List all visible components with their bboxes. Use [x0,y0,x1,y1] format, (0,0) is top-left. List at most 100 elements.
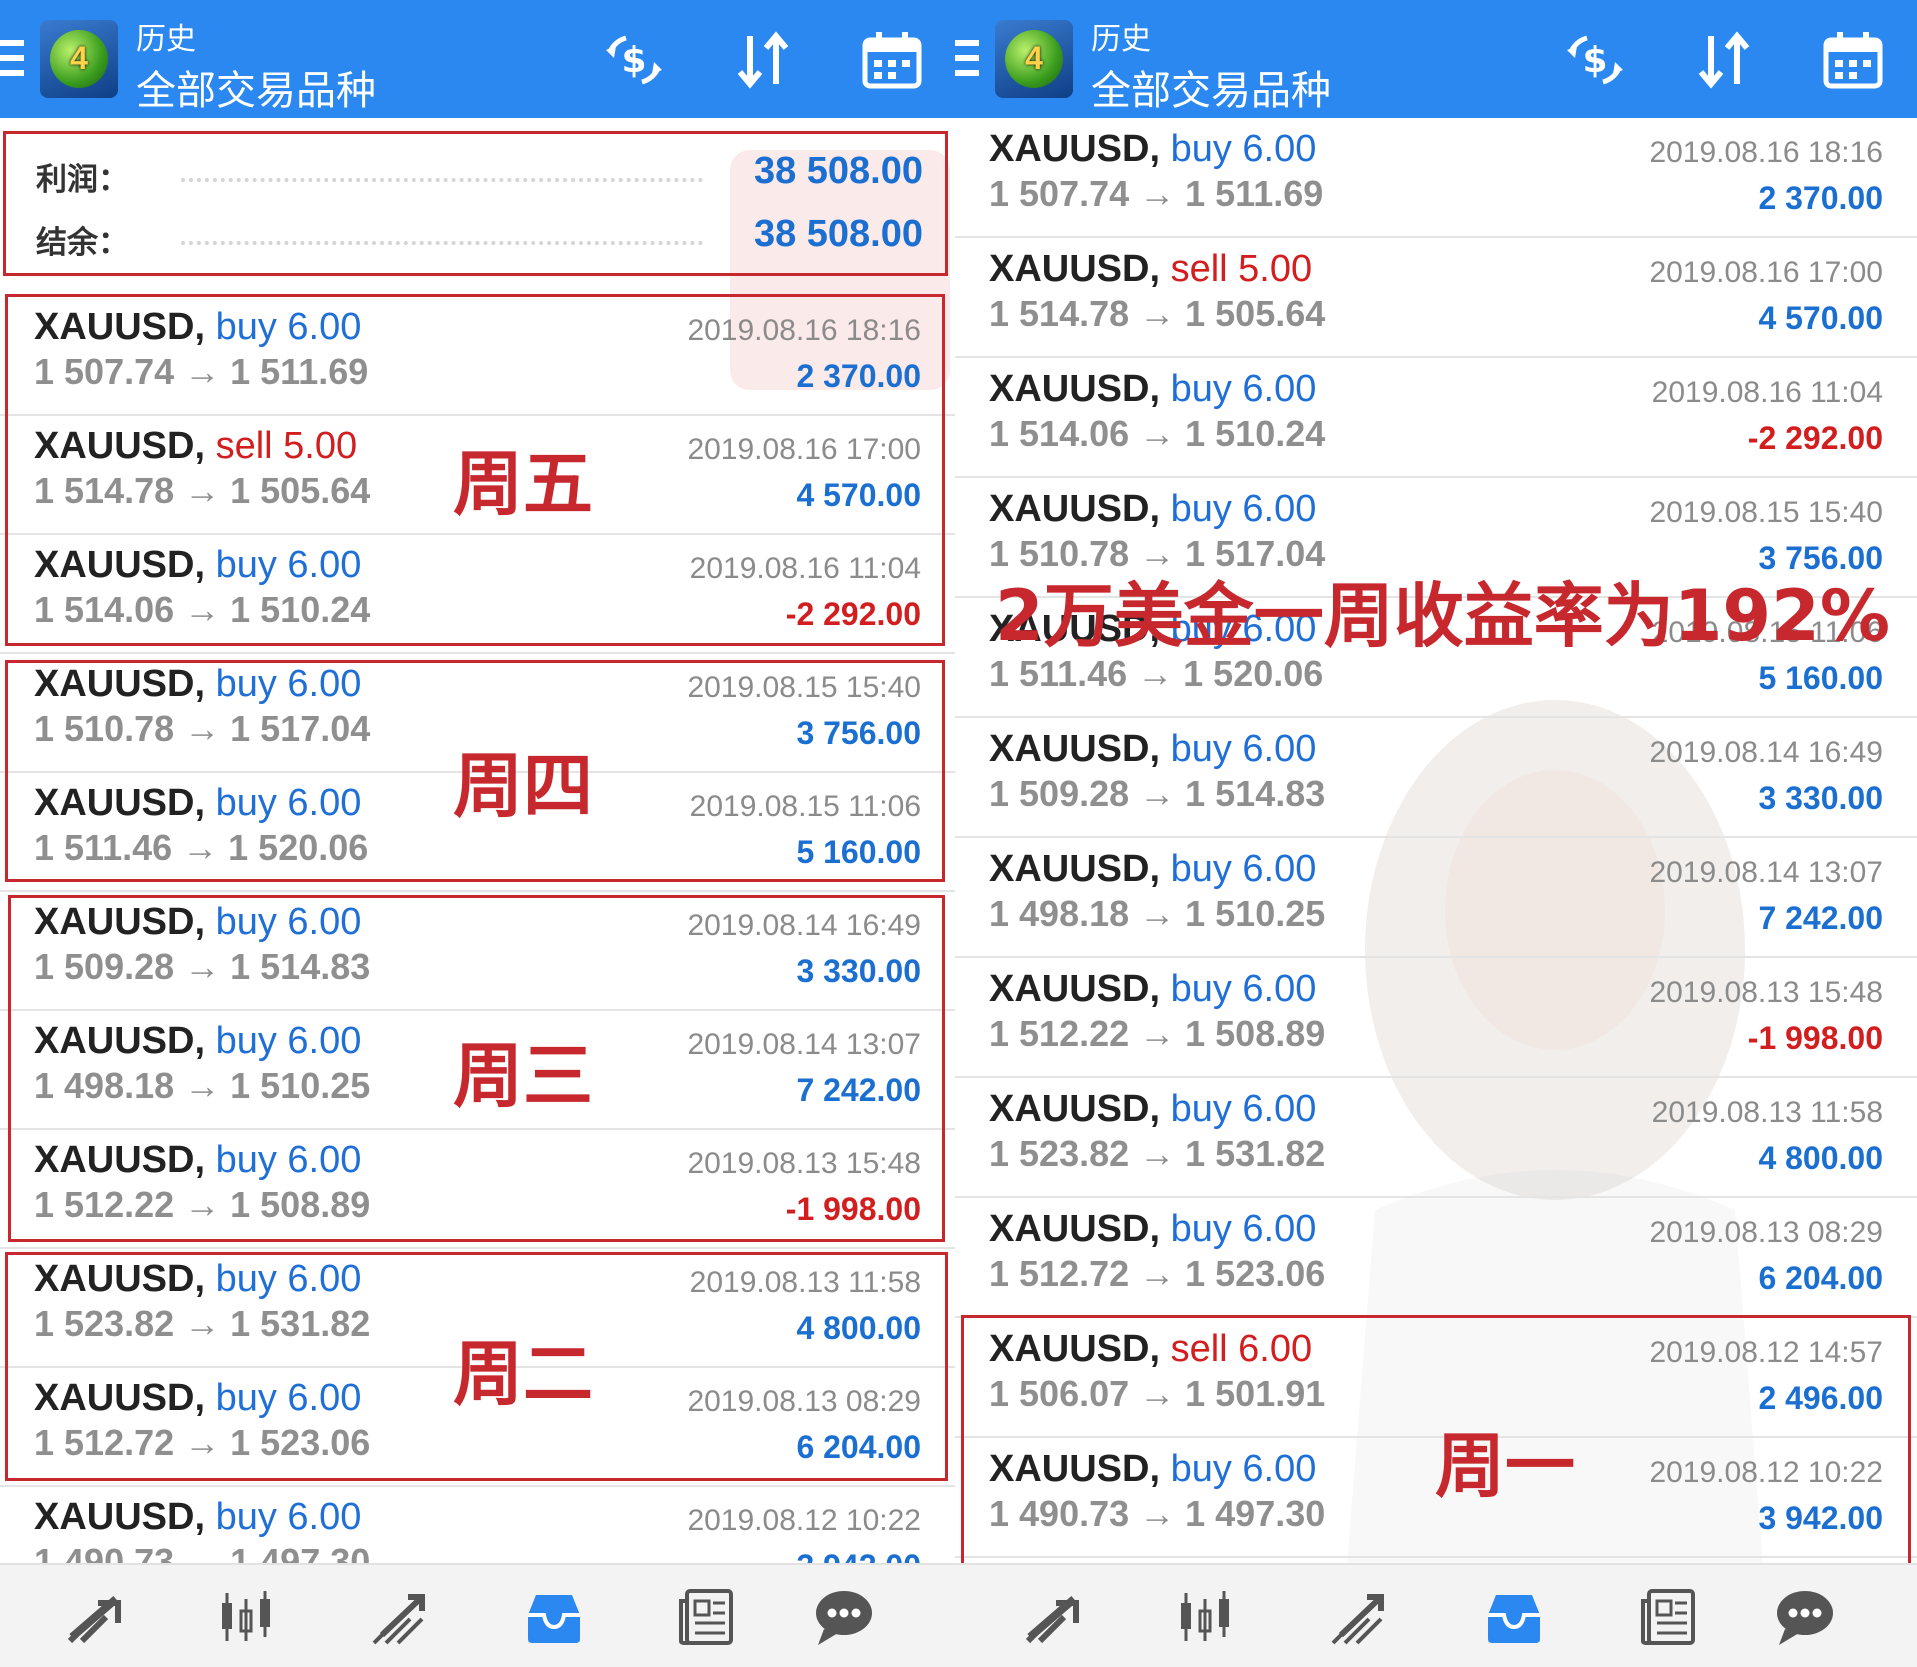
deal-title: XAUUSD, buy 6.00 [34,901,361,944]
deal-prices: 1 523.82 → 1 531.82 [34,1303,371,1344]
deal-row[interactable]: XAUUSD, buy 6.00 1 507.74 → 1 511.69 2019.… [0,296,955,416]
deal-direction: buy 6.00 [1170,968,1317,1010]
header-subtitle: 历史 [136,22,196,57]
deal-prices: 1 514.06 → 1 510.24 [989,413,1326,454]
history-icon[interactable] [1482,1585,1546,1649]
deal-symbol: XAUUSD, [34,901,206,943]
trade-icon[interactable] [368,1585,432,1649]
quotes-icon[interactable] [62,1585,126,1649]
deal-title: XAUUSD, sell 5.00 [989,248,1312,291]
deal-time: 2019.08.12 10:22 [1649,1456,1883,1489]
deal-time: 2019.08.13 08:29 [1649,1216,1883,1249]
deal-direction: buy 6.00 [1170,488,1317,530]
calendar-icon[interactable] [860,28,924,92]
deal-prices: 1 498.18 → 1 510.25 [989,893,1326,934]
left-history-panel: 4 历史 全部交易品种 $ 利润： 38 508.00 结余： 38 508.0… [0,0,955,1667]
deal-row[interactable]: XAUUSD, buy 6.00 1 514.06 → 1 510.24 2019.… [0,534,955,654]
deal-symbol: XAUUSD, [989,1328,1161,1370]
calendar-icon[interactable] [1821,28,1885,92]
deal-time: 2019.08.15 15:40 [1649,496,1883,529]
menu-icon[interactable] [955,40,979,76]
chart-icon[interactable] [214,1585,278,1649]
header-title[interactable]: 全部交易品种 [1091,58,1331,116]
deal-title: XAUUSD, buy 6.00 [989,1208,1316,1251]
deal-row[interactable]: XAUUSD, buy 6.00 1 514.06 → 1 510.24 2019.… [955,358,1917,478]
deal-profit: 2 496.00 [1758,1380,1883,1416]
deal-prices: 1 490.73 → 1 497.30 [989,1493,1326,1534]
deal-row[interactable]: XAUUSD, buy 6.00 1 509.28 → 1 514.83 2019.… [955,718,1917,838]
chart-icon[interactable] [1173,1585,1237,1649]
deal-title: XAUUSD, buy 6.00 [34,1139,361,1182]
dotted-leader [181,241,703,245]
deal-time: 2019.08.15 15:40 [687,671,921,704]
thursday-label: 周四 [453,745,593,827]
trade-icon[interactable] [1327,1585,1391,1649]
deal-title: XAUUSD, sell 6.00 [989,1328,1312,1371]
deal-prices: 1 514.78 → 1 505.64 [34,470,371,511]
header-title[interactable]: 全部交易品种 [136,58,376,116]
deal-title: XAUUSD, buy 6.00 [34,782,361,825]
sort-icon[interactable] [1693,28,1757,92]
deal-time: 2019.08.14 13:07 [687,1028,921,1061]
monday-label: 周一 [1435,1425,1575,1507]
deal-title: XAUUSD, buy 6.00 [989,1088,1316,1131]
quotes-icon[interactable] [1020,1585,1084,1649]
deal-symbol: XAUUSD, [34,1496,206,1538]
chat-icon[interactable] [1773,1585,1837,1649]
deal-row[interactable]: XAUUSD, buy 6.00 1 512.72 → 1 523.06 2019.… [955,1198,1917,1318]
menu-icon[interactable] [0,40,24,76]
deal-time: 2019.08.13 11:58 [1651,1096,1883,1129]
deal-direction: buy 6.00 [215,544,362,586]
deal-profit: -2 292.00 [1747,420,1883,456]
deal-profit: 3 942.00 [1758,1500,1883,1536]
deal-prices: 1 512.22 → 1 508.89 [989,1013,1326,1054]
chat-icon[interactable] [812,1585,876,1649]
deal-title: XAUUSD, buy 6.00 [989,488,1316,531]
deal-time: 2019.08.16 18:16 [1649,136,1883,169]
right-history-panel: 4 历史 全部交易品种 $ XAUUSD, buy 6.00 1 507.74 →… [955,0,1917,1667]
deal-title: XAUUSD, buy 6.00 [34,1377,361,1420]
deal-symbol: XAUUSD, [34,1139,206,1181]
deal-row[interactable]: XAUUSD, buy 6.00 1 507.74 → 1 511.69 2019.… [955,118,1917,238]
deal-title: XAUUSD, buy 6.00 [989,728,1316,771]
currency-exchange-icon[interactable]: $ [1563,28,1627,92]
deal-profit: 4 570.00 [796,477,921,513]
deal-prices: 1 512.72 → 1 523.06 [34,1422,371,1463]
deal-symbol: XAUUSD, [989,1088,1161,1130]
deal-row[interactable]: XAUUSD, buy 6.00 1 509.28 → 1 514.83 2019.… [0,891,955,1011]
deal-prices: 1 510.78 → 1 517.04 [34,708,371,749]
deal-title: XAUUSD, buy 6.00 [989,128,1316,171]
bottom-nav [955,1563,1917,1667]
deal-time: 2019.08.16 11:04 [689,552,921,585]
deal-prices: 1 514.78 → 1 505.64 [989,293,1326,334]
deal-direction: buy 6.00 [1170,1448,1317,1490]
deal-title: XAUUSD, sell 5.00 [34,425,357,468]
deal-symbol: XAUUSD, [989,848,1161,890]
friday-label: 周五 [453,443,593,525]
balance-row: 结余： 38 508.00 [36,211,923,261]
deal-direction: buy 6.00 [215,901,362,943]
deal-direction: sell 5.00 [1170,248,1313,290]
deal-profit: 5 160.00 [796,834,921,870]
deal-direction: buy 6.00 [215,1258,362,1300]
deal-time: 2019.08.12 10:22 [687,1504,921,1537]
deal-profit: 6 204.00 [796,1429,921,1465]
profit-label: 利润： [36,162,129,198]
news-icon[interactable] [1637,1585,1701,1649]
currency-exchange-icon[interactable]: $ [602,28,666,92]
deal-row[interactable]: XAUUSD, buy 6.00 1 523.82 → 1 531.82 2019.… [955,1078,1917,1198]
history-icon[interactable] [522,1585,586,1649]
bottom-nav [0,1563,955,1667]
tuesday-label: 周二 [453,1333,593,1415]
profit-value: 38 508.00 [753,150,923,192]
deal-row[interactable]: XAUUSD, sell 5.00 1 514.78 → 1 505.64 2019… [955,238,1917,358]
deal-profit: -2 292.00 [785,596,921,632]
deal-row[interactable]: XAUUSD, buy 6.00 1 512.22 → 1 508.89 2019.… [0,1129,955,1249]
news-icon[interactable] [675,1585,739,1649]
deal-direction: buy 6.00 [1170,368,1317,410]
deal-row[interactable]: XAUUSD, buy 6.00 1 498.18 → 1 510.25 2019.… [955,838,1917,958]
deal-row[interactable]: XAUUSD, buy 6.00 1 512.22 → 1 508.89 2019.… [955,958,1917,1078]
sort-icon[interactable] [732,28,796,92]
app-logo: 4 [40,20,118,98]
deal-time: 2019.08.16 17:00 [1649,256,1883,289]
